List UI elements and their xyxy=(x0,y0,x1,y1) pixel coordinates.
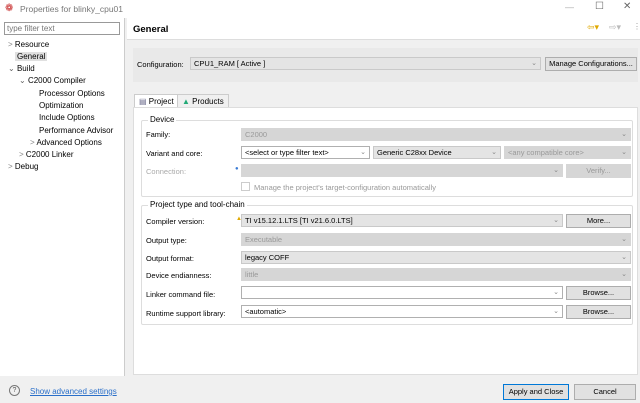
back-icon[interactable]: ⇦▾ xyxy=(587,22,599,33)
more-button[interactable]: More... xyxy=(566,214,631,228)
tree-item-build[interactable]: ⌄ Build xyxy=(8,64,35,73)
variant-label: Variant and core: xyxy=(146,149,203,158)
configuration-bar: Configuration: CPU1_RAM [ Active ] ⌄ Mana… xyxy=(133,48,638,82)
close-button[interactable]: ✕ xyxy=(623,1,631,12)
maximize-button[interactable]: ☐ xyxy=(595,1,604,12)
forward-icon[interactable]: ⇨▾ xyxy=(609,22,621,33)
tree-item-include-options[interactable]: Include Options xyxy=(39,113,95,122)
runtime-browse-button[interactable]: Browse... xyxy=(566,305,631,319)
compiler-select[interactable]: TI v15.12.1.LTS [TI v21.6.0.LTS] ⌄ xyxy=(241,214,563,227)
connection-label: Connection: xyxy=(146,167,187,176)
tree-item-advanced-options[interactable]: > Advanced Options xyxy=(30,138,102,147)
tree-item-optimization[interactable]: Optimization xyxy=(39,101,83,110)
page-title: General xyxy=(133,24,169,35)
toolchain-group-label: Project type and tool-chain xyxy=(148,200,247,209)
window-title: Properties for blinky_cpu01 xyxy=(20,4,124,14)
linker-browse-button[interactable]: Browse... xyxy=(566,286,631,300)
chevron-down-icon: ⌄ xyxy=(531,60,537,67)
output-type-label: Output type: xyxy=(146,236,187,245)
compiler-label: Compiler version: xyxy=(146,217,205,226)
tab-products[interactable]: ▲ Products xyxy=(177,94,229,108)
show-advanced-settings-link[interactable]: Show advanced settings xyxy=(30,387,117,396)
family-label: Family: xyxy=(146,130,171,139)
tree-item-general[interactable]: General xyxy=(15,52,48,61)
cancel-button[interactable]: Cancel xyxy=(574,384,636,400)
menu-icon[interactable]: ⋮ xyxy=(633,22,640,31)
configuration-label: Configuration: xyxy=(137,60,184,69)
runtime-lib-label: Runtime support library: xyxy=(146,309,226,318)
tab-project[interactable]: ▤ Project xyxy=(134,94,179,108)
output-format-select[interactable]: legacy COFF ⌄ xyxy=(241,251,631,264)
device-group-label: Device xyxy=(148,115,177,124)
endianness-label: Device endianness: xyxy=(146,271,212,280)
tree-item-processor-options[interactable]: Processor Options xyxy=(39,89,105,98)
manage-configurations-button[interactable]: Manage Configurations... xyxy=(545,57,637,71)
device-select[interactable]: Generic C28xx Device ⌄ xyxy=(373,146,501,159)
project-panel: Device Family: C2000 ⌄ Variant and core: … xyxy=(133,107,638,375)
family-select[interactable]: C2000 ⌄ xyxy=(241,128,631,141)
tree-item-debug[interactable]: > Debug xyxy=(8,162,38,171)
tree-item-c2000-compiler[interactable]: ⌄ C2000 Compiler xyxy=(19,76,86,85)
endianness-select[interactable]: little ⌄ xyxy=(241,268,631,281)
footer: ? Show advanced settings Apply and Close… xyxy=(0,380,640,403)
app-icon: ❁ xyxy=(5,3,14,14)
linker-file-input[interactable]: ⌄ xyxy=(241,286,563,299)
tree-item-performance-advisor[interactable]: Performance Advisor xyxy=(39,126,113,135)
manage-checkbox-label: Manage the project's target-configuratio… xyxy=(254,183,436,192)
info-icon: ● xyxy=(235,166,239,172)
tree-item-resource[interactable]: > Resource xyxy=(8,40,49,49)
apply-and-close-button[interactable]: Apply and Close xyxy=(503,384,569,400)
verify-button[interactable]: Verify... xyxy=(566,164,631,178)
filter-input[interactable] xyxy=(4,22,120,35)
manage-checkbox[interactable] xyxy=(241,182,250,191)
configuration-select[interactable]: CPU1_RAM [ Active ] ⌄ xyxy=(190,57,541,70)
title-bar: ❁ Properties for blinky_cpu01 — ☐ ✕ xyxy=(0,0,640,18)
core-select[interactable]: <any compatible core> ⌄ xyxy=(504,146,631,159)
help-icon[interactable]: ? xyxy=(9,385,20,396)
output-type-select[interactable]: Executable ⌄ xyxy=(241,233,631,246)
runtime-lib-input[interactable]: <automatic> ⌄ xyxy=(241,305,563,318)
linker-file-label: Linker command file: xyxy=(146,290,216,299)
output-format-label: Output format: xyxy=(146,254,194,263)
connection-select[interactable]: ⌄ xyxy=(241,164,563,177)
page-header: General ⇦▾ ⇨▾ ⋮ xyxy=(127,18,640,40)
minimize-button[interactable]: — xyxy=(565,2,574,12)
variant-filter-input[interactable]: <select or type filter text> ⌄ xyxy=(241,146,370,159)
tree-item-c2000-linker[interactable]: > C2000 Linker xyxy=(19,150,74,159)
